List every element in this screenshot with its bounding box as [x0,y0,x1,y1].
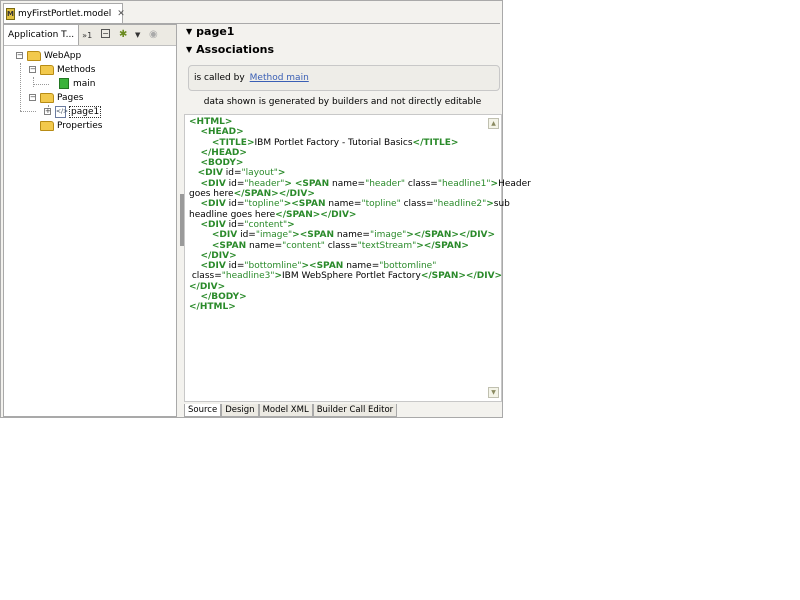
folder-open-icon [40,92,54,103]
expanded-triangle-icon: ▼ [186,27,193,36]
more-tabs-indicator[interactable]: »1 [82,31,92,40]
collapse-toggle[interactable]: − [16,52,23,59]
tree-node-pages[interactable]: − Pages [29,91,83,104]
expanded-triangle-icon: ▼ [186,45,193,54]
editor-window: M myFirstPortlet.model ✕ Application T..… [0,0,531,418]
tree-label: Methods [57,64,96,75]
eye-icon[interactable]: ◉ [149,29,158,40]
tree-node-methods[interactable]: − Methods [29,63,95,76]
dropdown-arrow-icon[interactable]: ▼ [135,31,140,39]
tree-label: main [73,78,96,89]
scroll-up-icon[interactable]: ▲ [488,118,499,129]
editor-tab-title: myFirstPortlet.model [17,8,112,19]
view-tab-label: Application T... [8,30,75,40]
tree-node-properties[interactable]: Properties [40,119,102,132]
view-toolbar: Application T... »1 − ✱ ▼ ◉ [4,25,176,46]
tab-application-tree[interactable]: Application T... [4,25,80,45]
tree-connector [33,84,49,85]
tab-model-xml[interactable]: Model XML [258,404,313,417]
collapse-toggle[interactable]: − [29,66,36,73]
source-view[interactable]: <HTML> <HEAD> <TITLE>IBM Portlet Factory… [184,114,531,402]
tree-label: WebApp [44,50,82,61]
associations-title: Associations [196,43,274,56]
collapse-toggle[interactable]: − [29,94,36,101]
associations-section-header[interactable]: ▼ Associations [186,43,274,56]
application-tree-view: Application T... »1 − ✱ ▼ ◉ − WebApp − M… [3,24,177,417]
tree-connector [33,77,34,87]
folder-icon [40,120,54,131]
scroll-down-icon[interactable]: ▼ [488,387,499,398]
builder-gear-icon[interactable]: ✱ [119,29,127,40]
tab-design[interactable]: Design [221,404,259,417]
page-title: page1 [196,25,235,38]
page-xml-icon: </> [55,105,68,118]
tree-node-main[interactable]: main [59,77,96,90]
editor-tab[interactable]: M myFirstPortlet.model ✕ [3,3,125,23]
folder-open-icon [27,50,41,61]
tree-connector [20,111,36,112]
tree-connector [20,63,21,111]
model-tree: − WebApp − Methods main − Pages + </> pa… [4,47,176,416]
folder-open-icon [40,64,54,75]
tab-builder-call-editor[interactable]: Builder Call Editor [312,404,398,417]
read-only-note: data shown is generated by builders and … [203,97,482,107]
editor-bottom-tabs: Source Design Model XML Builder Call Edi… [184,404,398,417]
associations-box: is called by Method main [188,65,500,91]
tree-node-webapp[interactable]: − WebApp [16,49,81,62]
expand-toggle[interactable]: + [44,108,51,115]
tree-node-page1[interactable]: + </> page1 [44,105,102,118]
model-file-icon: M [6,7,15,20]
html-source-code: <HTML> <HEAD> <TITLE>IBM Portlet Factory… [189,117,531,313]
method-icon [59,78,69,89]
method-main-link[interactable]: Method main [250,73,309,83]
tab-source[interactable]: Source [184,404,222,417]
tree-label: Properties [57,120,103,131]
page-details-pane: ▼ page1 ▼ Associations is called by Meth… [182,21,531,417]
assoc-label: is called by [194,73,245,83]
tree-label: Pages [57,92,84,103]
collapse-all-icon[interactable]: − [101,29,110,38]
close-icon[interactable]: ✕ [117,9,125,19]
page-section-header[interactable]: ▼ page1 [186,25,234,38]
tree-label-selected: page1 [69,105,102,118]
